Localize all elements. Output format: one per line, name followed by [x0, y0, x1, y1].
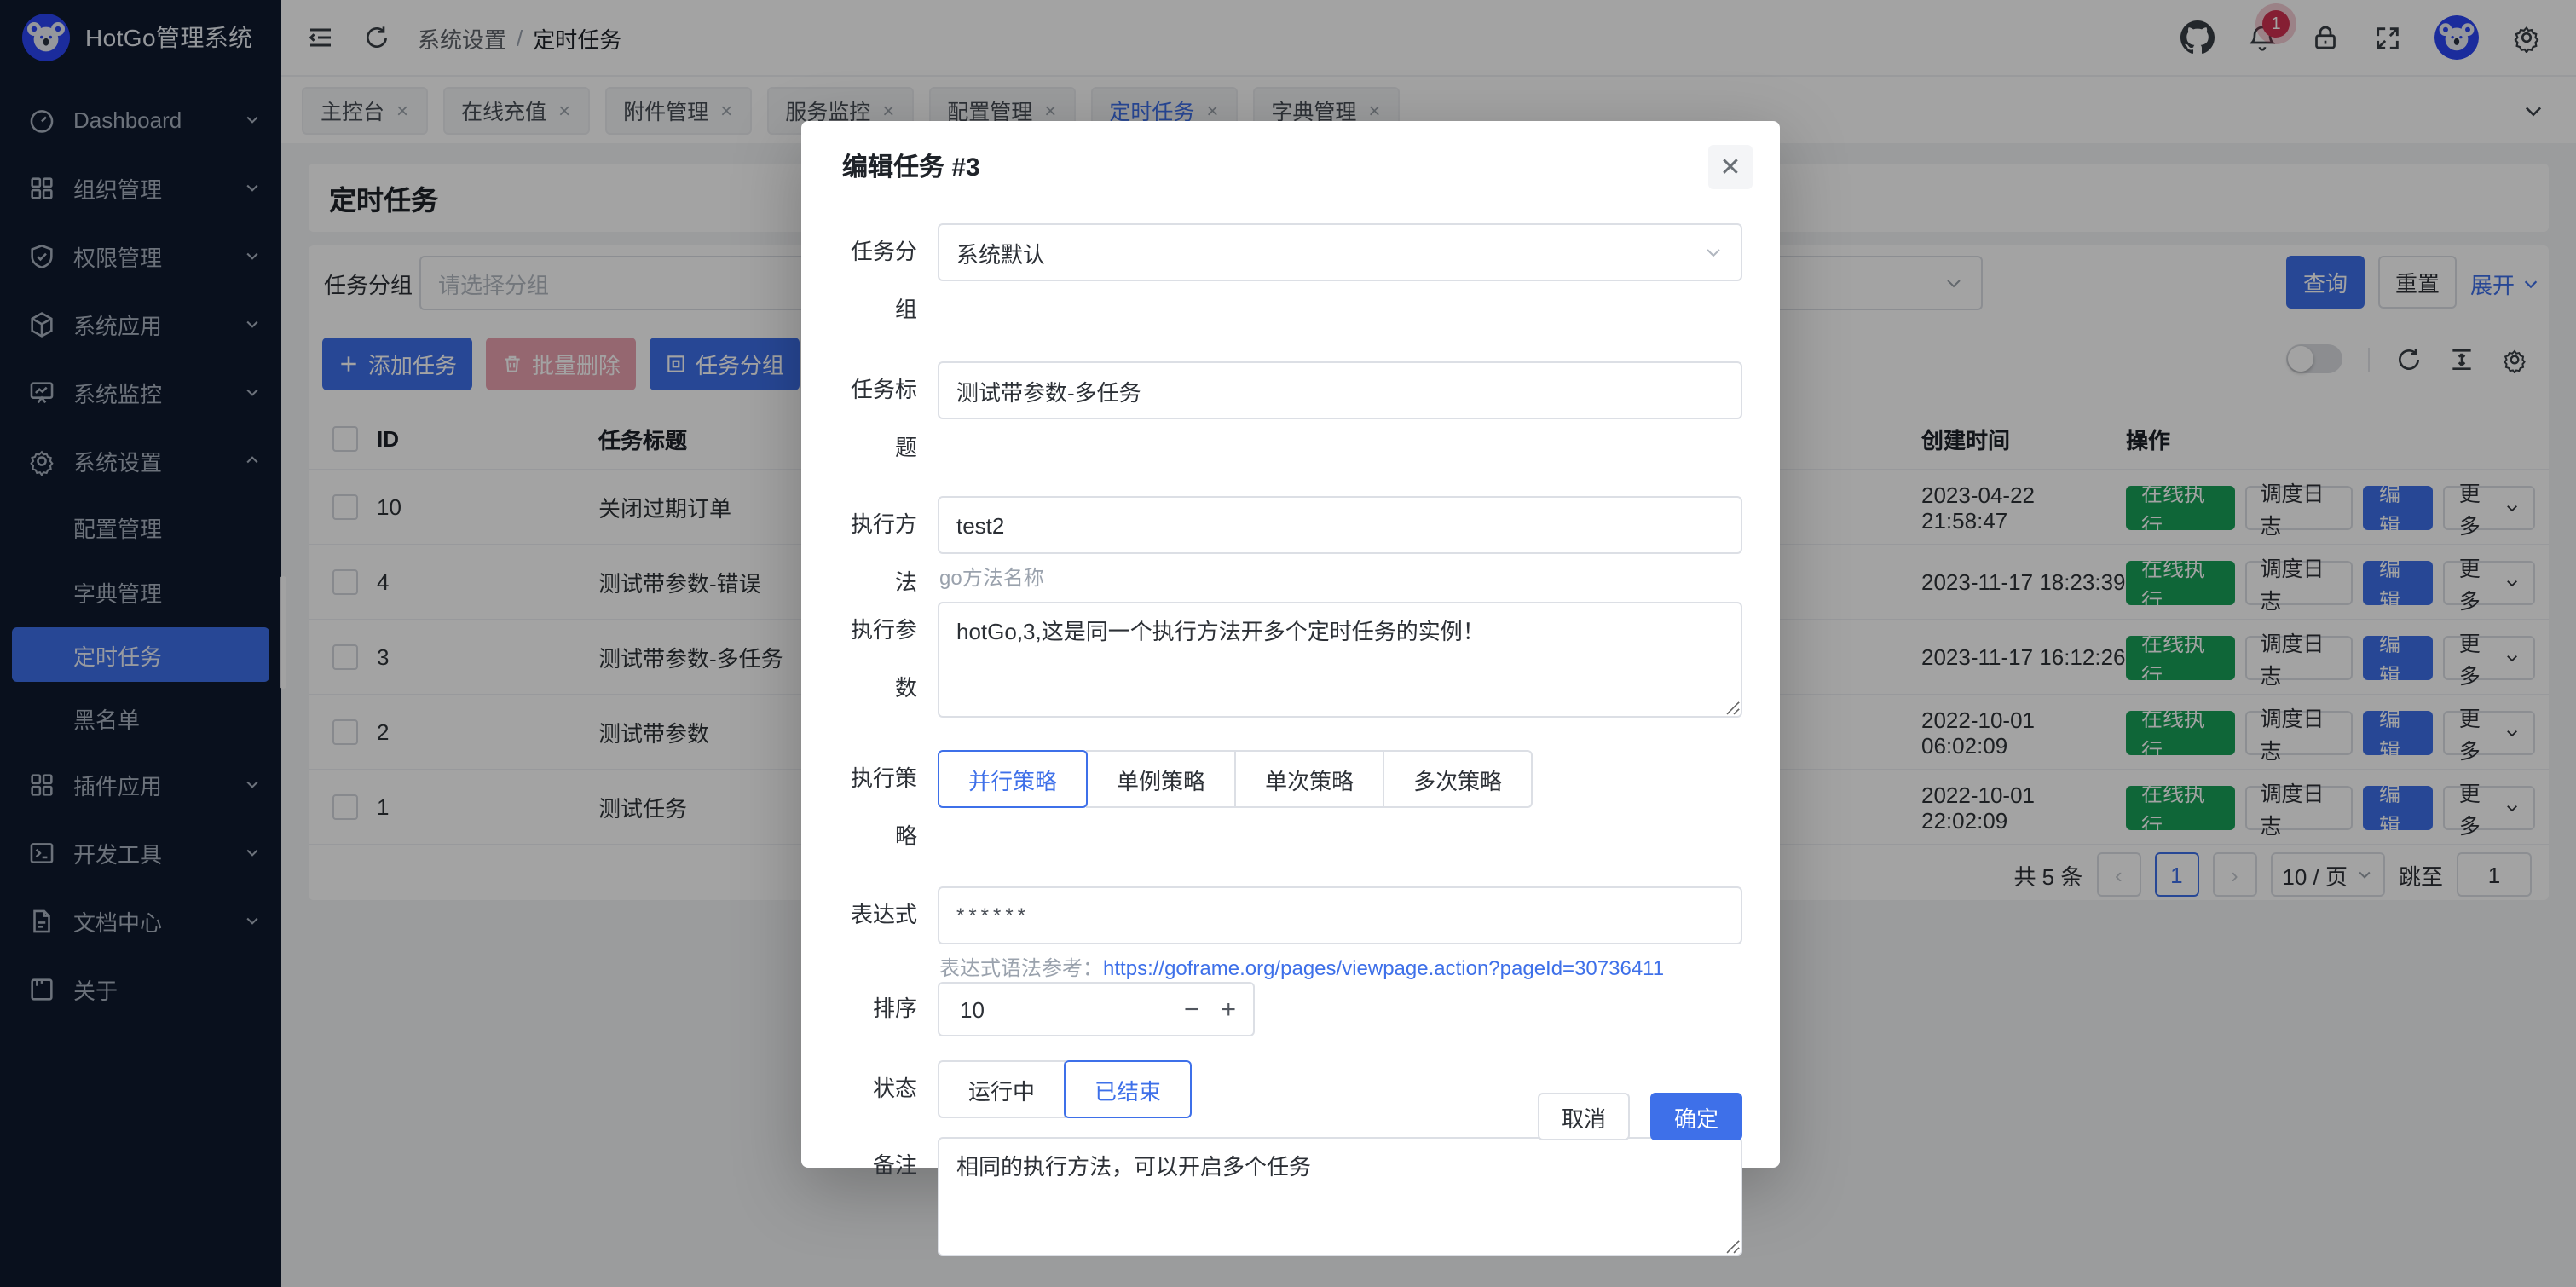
close-icon: ✕ — [1719, 152, 1741, 182]
form-row-title: 任务标题 — [835, 361, 1742, 477]
status-running-button[interactable]: 运行中 — [938, 1060, 1066, 1118]
modal-footer: 取消 确定 — [1538, 1093, 1742, 1140]
plus-button[interactable]: + — [1221, 996, 1236, 1022]
expression-doc-link[interactable]: https://goframe.org/pages/viewpage.actio… — [1103, 956, 1664, 980]
form-row-strategy: 执行策略 并行策略 单例策略 单次策略 多次策略 — [835, 750, 1742, 866]
edit-task-modal: 编辑任务 #3 ✕ 任务分组 系统默认 任务标题 执行方法 — [801, 121, 1780, 1168]
form-row-sort: 排序 − + — [835, 982, 1742, 1036]
strategy-parallel-button[interactable]: 并行策略 — [938, 750, 1088, 808]
form-row-params: 执行参数 hotGo,3,这是同一个执行方法开多个定时任务的实例！ — [835, 602, 1742, 726]
method-input[interactable] — [938, 496, 1742, 554]
cancel-button[interactable]: 取消 — [1538, 1093, 1630, 1140]
modal-title: 编辑任务 #3 — [842, 147, 980, 183]
form-row-expression: 表达式 表达式语法参考：https://goframe.org/pages/vi… — [835, 886, 1742, 982]
modal-close-button[interactable]: ✕ — [1708, 145, 1753, 189]
expression-helper: 表达式语法参考：https://goframe.org/pages/viewpa… — [939, 953, 1742, 982]
field-label: 表达式 — [835, 886, 938, 982]
minus-button[interactable]: − — [1184, 996, 1199, 1022]
sort-value-input[interactable] — [956, 995, 1184, 1024]
strategy-segmented-group: 并行策略 单例策略 单次策略 多次策略 — [938, 750, 1742, 808]
field-label: 备注 — [835, 1137, 938, 1265]
form-row-remark: 备注 相同的执行方法，可以开启多个任务 — [835, 1137, 1742, 1265]
field-label: 执行策略 — [835, 750, 938, 866]
sort-number-input: − + — [938, 982, 1255, 1036]
strategy-once-button[interactable]: 单次策略 — [1234, 750, 1384, 808]
modal-header: 编辑任务 #3 ✕ — [801, 121, 1780, 196]
field-label: 执行参数 — [835, 602, 938, 726]
field-label: 执行方法 — [835, 496, 938, 612]
expression-input[interactable] — [938, 886, 1742, 944]
task-title-input[interactable] — [938, 361, 1742, 419]
field-label: 状态 — [835, 1060, 938, 1118]
chevron-down-icon — [1703, 242, 1724, 263]
field-label: 任务分组 — [835, 223, 938, 339]
strategy-singleton-button[interactable]: 单例策略 — [1086, 750, 1236, 808]
field-label: 排序 — [835, 982, 938, 1036]
form-row-method: 执行方法 go方法名称 — [835, 496, 1742, 612]
status-finished-button[interactable]: 已结束 — [1064, 1060, 1192, 1118]
field-label: 任务标题 — [835, 361, 938, 477]
method-helper-text: go方法名称 — [939, 563, 1742, 592]
strategy-multiple-button[interactable]: 多次策略 — [1383, 750, 1533, 808]
confirm-button[interactable]: 确定 — [1650, 1093, 1742, 1140]
form-row-group: 任务分组 系统默认 — [835, 223, 1742, 339]
number-stepper: − + — [1184, 996, 1236, 1022]
app-root: HotGo管理系统 Dashboard 组织管理 权限管理 系统应用 — [0, 0, 2576, 1287]
remark-textarea[interactable]: 相同的执行方法，可以开启多个任务 — [938, 1137, 1742, 1256]
params-textarea[interactable]: hotGo,3,这是同一个执行方法开多个定时任务的实例！ — [938, 602, 1742, 718]
task-group-select[interactable]: 系统默认 — [938, 223, 1742, 281]
